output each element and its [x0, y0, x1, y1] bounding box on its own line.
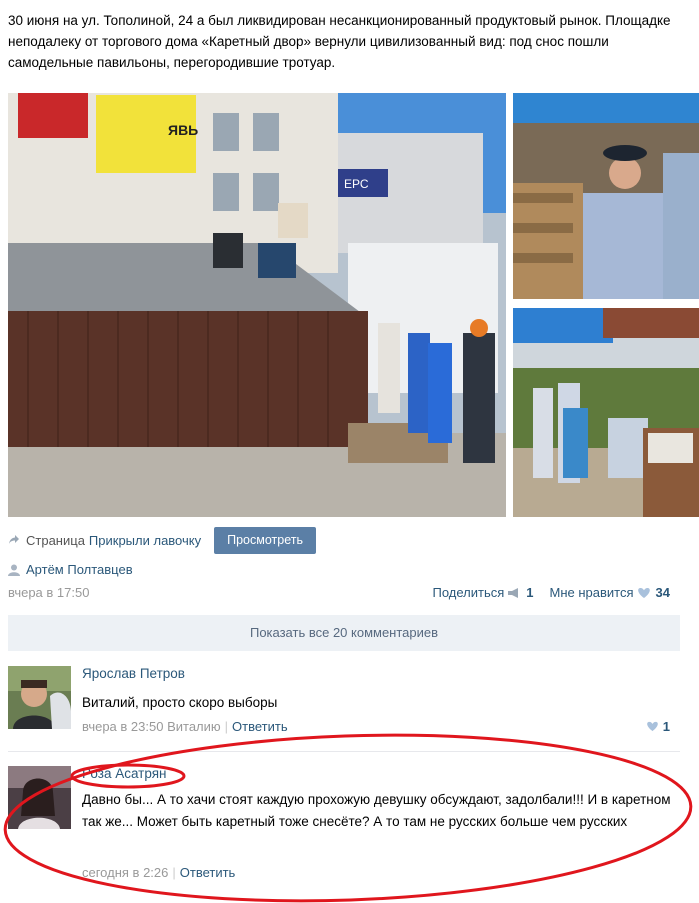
- show-all-comments-button[interactable]: Показать все 20 комментариев: [8, 615, 680, 651]
- comment: Роза Асатрян Давно бы... А то хачи стоят…: [8, 766, 680, 891]
- attachment-link[interactable]: Прикрыли лавочку: [89, 533, 201, 548]
- post-time[interactable]: вчера в 17:50: [8, 585, 89, 600]
- reply-button[interactable]: Ответить: [180, 865, 236, 880]
- person-icon: [8, 564, 20, 576]
- share-button[interactable]: Поделиться: [432, 585, 504, 600]
- attachment-row: Страница Прикрыли лавочку Просмотреть: [8, 526, 316, 554]
- comment: Ярослав Петров Виталий, просто скоро выб…: [8, 666, 680, 746]
- post-author-name[interactable]: Артём Полтавцев: [26, 562, 133, 577]
- comment-time[interactable]: сегодня в 2:26: [82, 865, 168, 880]
- photo-sign-text: ЕРС: [344, 177, 369, 191]
- comment-meta: сегодня в 2:26 | Ответить: [82, 865, 236, 880]
- comment-divider: [8, 751, 680, 752]
- attachment-label: Страница: [26, 532, 85, 548]
- avatar[interactable]: [8, 666, 71, 729]
- comment-like-count: 1: [662, 719, 670, 734]
- comment-text: Виталий, просто скоро выборы: [82, 695, 278, 710]
- post-text: 30 июня на ул. Тополиной, 24 а был ликви…: [8, 13, 671, 70]
- post-photo-police[interactable]: [513, 93, 699, 299]
- post-photo-main[interactable]: ЯВЬ ЕРС: [8, 93, 506, 517]
- post-actions: Поделиться 1 Мне нравится 34: [432, 585, 670, 600]
- share-page-icon: [9, 535, 19, 544]
- comment-like[interactable]: 1: [646, 719, 670, 734]
- photo-sign-text: ЯВЬ: [168, 122, 198, 138]
- like-count: 34: [655, 585, 670, 600]
- view-button[interactable]: Просмотреть: [214, 526, 316, 554]
- avatar[interactable]: [8, 766, 71, 829]
- heart-icon[interactable]: [637, 587, 651, 599]
- heart-icon[interactable]: [646, 721, 659, 732]
- comment-author[interactable]: Ярослав Петров: [82, 666, 185, 681]
- comment-meta: вчера в 23:50 Виталию | Ответить: [82, 719, 288, 734]
- like-button[interactable]: Мне нравится: [550, 585, 634, 600]
- megaphone-icon[interactable]: [507, 587, 521, 599]
- post-author[interactable]: Артём Полтавцев: [8, 562, 133, 577]
- share-count: 1: [526, 585, 534, 600]
- comment-text: Давно бы... А то хачи стоят каждую прохо…: [82, 792, 671, 829]
- comment-author[interactable]: Роза Асатрян: [82, 766, 167, 781]
- comment-reply-to[interactable]: Виталию: [167, 719, 221, 734]
- reply-button[interactable]: Ответить: [232, 719, 288, 734]
- comment-time[interactable]: вчера в 23:50: [82, 719, 163, 734]
- post-photo-market[interactable]: [513, 308, 699, 517]
